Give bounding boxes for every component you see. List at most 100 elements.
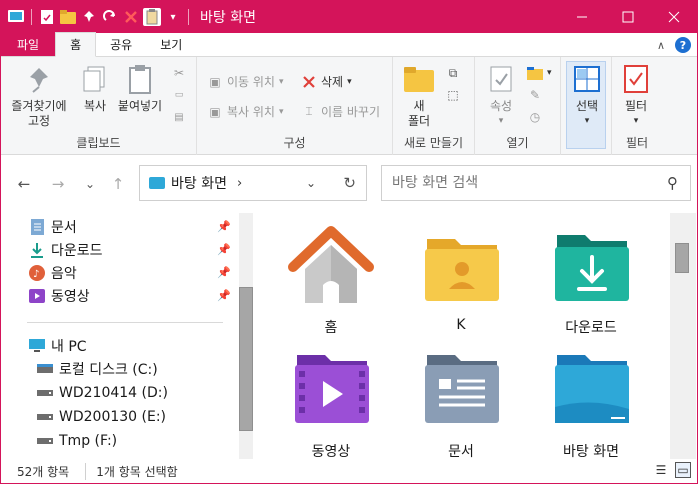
tab-home[interactable]: 홈 [55, 32, 97, 57]
nav-documents-label: 문서 [51, 220, 77, 236]
cut-icon[interactable]: ✂ [171, 65, 187, 81]
nav-downloads[interactable]: 다운로드 [29, 239, 103, 261]
redo-icon[interactable] [101, 8, 119, 26]
refresh-icon[interactable]: ↻ [343, 174, 356, 192]
address-bar[interactable]: 바탕 화면 › ⌄ ↻ [139, 165, 367, 201]
window-icon[interactable] [7, 8, 25, 26]
nav-this-pc-label: 내 PC [51, 339, 87, 355]
item-label: 다운로드 [565, 320, 617, 336]
minimize-button[interactable] [559, 1, 605, 33]
nav-scrollbar-thumb[interactable] [239, 287, 253, 431]
document-icon [29, 219, 45, 235]
ribbon-controls: ∧ ? [657, 37, 691, 53]
drive-icon [37, 385, 53, 401]
properties-icon[interactable] [38, 8, 56, 26]
list-item[interactable]: 동영상 [271, 347, 391, 461]
copy-to-icon: ▣ [209, 104, 221, 119]
pinned-icon: 📌 [217, 220, 231, 233]
forward-button[interactable]: → [47, 175, 69, 193]
nav-drive-f-label: Tmp (F:) [59, 433, 118, 449]
tab-view[interactable]: 보기 [146, 32, 196, 56]
organize-group-label: 구성 [283, 136, 306, 150]
search-icon[interactable]: ⚲ [667, 174, 678, 192]
drive-icon [37, 433, 53, 449]
status-bar: 52개 항목 1개 항목 선택함 ☰ ▭ [1, 459, 697, 483]
details-view-icon[interactable]: ☰ [653, 462, 669, 478]
nav-drive-c[interactable]: 로컬 디스크 (C:) [37, 358, 158, 380]
new-item-icon[interactable]: ⧉ [445, 65, 461, 81]
list-item[interactable]: 문서 [401, 347, 521, 461]
customize-dropdown-icon[interactable]: ▾ [164, 8, 182, 26]
help-icon[interactable]: ? [675, 37, 691, 53]
pin-icon[interactable] [80, 8, 98, 26]
home-icon [281, 223, 381, 307]
paste-button[interactable]: 붙여넣기 [115, 63, 165, 114]
rename-icon: ⌶ [305, 104, 313, 118]
up-button[interactable]: ↑ [107, 175, 129, 193]
maximize-button[interactable] [605, 1, 651, 33]
downloads-folder-icon [541, 223, 641, 307]
drive-icon [37, 409, 53, 425]
pinned-icon: 📌 [217, 243, 231, 256]
folder-icon [403, 63, 435, 95]
copy-button[interactable]: 복사 [75, 63, 115, 114]
tab-share[interactable]: 공유 [96, 32, 146, 56]
file-list: 홈 K 다운로드 동영상 문서 바탕 화면 [261, 213, 669, 461]
ribbon-collapse-icon[interactable]: ∧ [657, 39, 665, 52]
nav-videos[interactable]: 동영상 [29, 285, 90, 307]
clipboard-group: 즐겨찾기에 고정 복사 붙여넣기 ✂ ▭ ▤ 클립보드 [1, 57, 197, 155]
nav-drive-d[interactable]: WD210414 (D:) [37, 382, 168, 404]
address-dropdown-icon[interactable]: ⌄ [306, 176, 316, 190]
list-item[interactable]: 바탕 화면 [531, 347, 651, 461]
list-item[interactable]: K [401, 223, 521, 333]
paste-label: 붙여넣기 [117, 99, 163, 113]
filter-icon [620, 63, 652, 95]
pin-quick-access-button[interactable]: 즐겨찾기에 고정 [7, 63, 71, 129]
delete-icon [301, 74, 317, 90]
rename-button[interactable]: ⌶ 이름 바꾸기 [301, 103, 380, 120]
window-controls [559, 1, 697, 33]
tab-file[interactable]: 파일 [1, 32, 56, 56]
new-folder-label: 새 폴더 [407, 99, 431, 128]
breadcrumb-chevron-icon[interactable]: › [237, 176, 242, 191]
clipboard-icon[interactable] [143, 8, 161, 26]
list-item[interactable]: 홈 [271, 223, 391, 337]
delete-icon[interactable] [122, 8, 140, 26]
select-button[interactable]: 선택 ▾ [567, 63, 607, 129]
properties-label: 속성 [489, 99, 513, 113]
copy-path-icon[interactable]: ▭ [171, 87, 187, 103]
search-input[interactable] [392, 175, 652, 191]
easy-access-icon[interactable]: ⬚ [445, 87, 461, 103]
copy-to-button[interactable]: ▣ 복사 위치 ▾ [207, 103, 283, 120]
new-folder-icon[interactable] [59, 8, 77, 26]
nav-drive-e[interactable]: WD200130 (E:) [37, 406, 166, 428]
list-item[interactable]: 다운로드 [531, 223, 651, 337]
edit-icon[interactable]: ✎ [527, 87, 543, 103]
delete-button[interactable]: 삭제 ▾ [301, 73, 352, 90]
new-folder-button[interactable]: 새 폴더 [399, 63, 439, 129]
nav-drive-f[interactable]: Tmp (F:) [37, 430, 117, 452]
open-group: 속성 ▾ ▾ ✎ ◷ 열기 [475, 57, 561, 155]
nav-documents[interactable]: 문서 [29, 216, 77, 238]
history-icon[interactable]: ◷ [527, 109, 543, 125]
organize-group: ▣ 이동 위치 ▾ ▣ 복사 위치 ▾ 삭제 ▾ ⌶ 이름 바꾸기 구성 [197, 57, 393, 155]
item-label: 홈 [324, 320, 338, 336]
separator [31, 9, 32, 25]
large-icons-view-icon[interactable]: ▭ [675, 462, 691, 478]
content-scrollbar-thumb[interactable] [675, 243, 689, 273]
move-to-button[interactable]: ▣ 이동 위치 ▾ [207, 73, 283, 90]
item-label: 바탕 화면 [563, 444, 619, 460]
search-box[interactable]: ⚲ [381, 165, 691, 201]
filter-group: 필터 ▾ 필터 [611, 57, 697, 155]
recent-dropdown-icon[interactable]: ⌄ [79, 175, 101, 193]
filter-button[interactable]: 필터 ▾ [616, 63, 656, 129]
close-button[interactable] [651, 1, 697, 33]
nav-downloads-label: 다운로드 [51, 243, 103, 259]
nav-this-pc[interactable]: 내 PC [29, 335, 87, 357]
nav-music[interactable]: ♪ 음악 [29, 262, 77, 284]
paste-shortcut-icon[interactable]: ▤ [171, 109, 187, 125]
properties-button[interactable]: 속성 ▾ [481, 63, 521, 129]
open-icon[interactable]: ▾ [527, 65, 552, 81]
pinned-icon: 📌 [217, 266, 231, 279]
back-button[interactable]: ← [13, 175, 35, 193]
